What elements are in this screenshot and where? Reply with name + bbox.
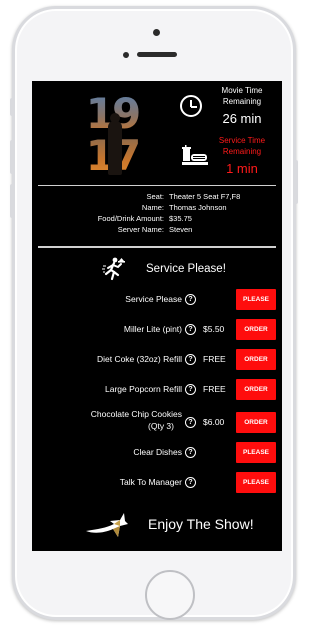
app-screen: 19 17 Movie Time Remaining 26 min Servic… [32, 81, 282, 551]
movie-poster: 19 17 [84, 93, 141, 181]
service-header-title: Service Please! [146, 263, 226, 275]
row-label: Talk To Manager [119, 477, 182, 487]
divider [38, 185, 276, 186]
info-key: Food/Drink Amount: [97, 214, 164, 223]
mute-switch [10, 98, 14, 116]
volume-up-button [10, 140, 14, 174]
row-label: Service Please [125, 294, 182, 304]
talk-to-manager-button[interactable]: PLEASE [236, 472, 276, 493]
front-camera [153, 29, 160, 36]
info-key: Name: [141, 203, 164, 212]
row-label-line2: (Qty 3) [148, 421, 174, 431]
power-button [294, 160, 298, 204]
volume-down-button [10, 184, 14, 218]
info-row-seat: Seat: Theater 5 Seat F7,F8 [32, 191, 282, 202]
order-miller-lite-button[interactable]: ORDER [236, 319, 276, 340]
order-diet-coke-button[interactable]: ORDER [236, 349, 276, 370]
star-logo-icon [86, 513, 128, 537]
movie-time-value: 26 min [222, 111, 262, 126]
service-row-miller-lite: Miller Lite (pint) ? $5.50 ORDER [32, 319, 282, 343]
waiter-running-icon [102, 257, 125, 281]
row-label-line1: Chocolate Chip Cookies [90, 409, 182, 419]
info-row-name: Name: Thomas Johnson [32, 202, 282, 213]
service-time-label: Service Time Remaining [218, 136, 266, 156]
clock-icon [180, 95, 202, 117]
row-price: FREE [203, 354, 226, 364]
home-button[interactable] [145, 570, 195, 620]
row-price: $6.00 [203, 417, 225, 427]
poster-soldier-figure [108, 113, 122, 175]
food-tray-icon [182, 145, 208, 165]
proximity-sensor [123, 52, 129, 58]
phone-top-bezel [15, 9, 293, 83]
info-row-server: Server Name: Steven [32, 224, 282, 235]
movie-time-label: Movie Time Remaining [221, 86, 263, 106]
order-cookies-button[interactable]: ORDER [236, 412, 276, 433]
clear-dishes-button[interactable]: PLEASE [236, 442, 276, 463]
service-row-talk-to-manager: Talk To Manager ? PLEASE [32, 472, 282, 496]
row-price: FREE [203, 384, 226, 394]
row-label: Diet Coke (32oz) Refill [96, 354, 182, 364]
row-label: Large Popcorn Refill [104, 384, 182, 394]
info-value: Thomas Johnson [169, 203, 227, 212]
question-circle-icon[interactable]: ? [185, 354, 196, 365]
info-key: Server Name: [117, 225, 164, 234]
footer-text: Enjoy The Show! [148, 516, 254, 532]
info-value: $35.75 [169, 214, 192, 223]
divider [38, 246, 276, 248]
earpiece-speaker [137, 52, 177, 57]
service-header: Service Please! [32, 257, 282, 281]
question-circle-icon[interactable]: ? [185, 447, 196, 458]
question-circle-icon[interactable]: ? [185, 384, 196, 395]
service-time-value: 1 min [226, 161, 258, 176]
question-circle-icon[interactable]: ? [185, 294, 196, 305]
service-please-button[interactable]: PLEASE [236, 289, 276, 310]
info-value: Theater 5 Seat F7,F8 [169, 192, 241, 201]
info-value: Steven [169, 225, 193, 234]
footer: Enjoy The Show! [32, 509, 282, 539]
service-row-diet-coke: Diet Coke (32oz) Refill ? FREE ORDER [32, 349, 282, 373]
question-circle-icon[interactable]: ? [185, 477, 196, 488]
service-row-clear-dishes: Clear Dishes ? PLEASE [32, 442, 282, 466]
row-price: $5.50 [203, 324, 225, 334]
row-label: Miller Lite (pint) [123, 324, 182, 334]
service-row-popcorn: Large Popcorn Refill ? FREE ORDER [32, 379, 282, 403]
order-popcorn-button[interactable]: ORDER [236, 379, 276, 400]
info-row-amount: Food/Drink Amount: $35.75 [32, 213, 282, 224]
question-circle-icon[interactable]: ? [185, 417, 196, 428]
service-row-cookies: Chocolate Chip Cookies (Qty 3) ? $6.00 O… [32, 409, 282, 435]
service-row-service-please: Service Please ? PLEASE [32, 289, 282, 313]
row-label: Clear Dishes [133, 447, 182, 457]
info-key: Seat: [146, 192, 164, 201]
question-circle-icon[interactable]: ? [185, 324, 196, 335]
